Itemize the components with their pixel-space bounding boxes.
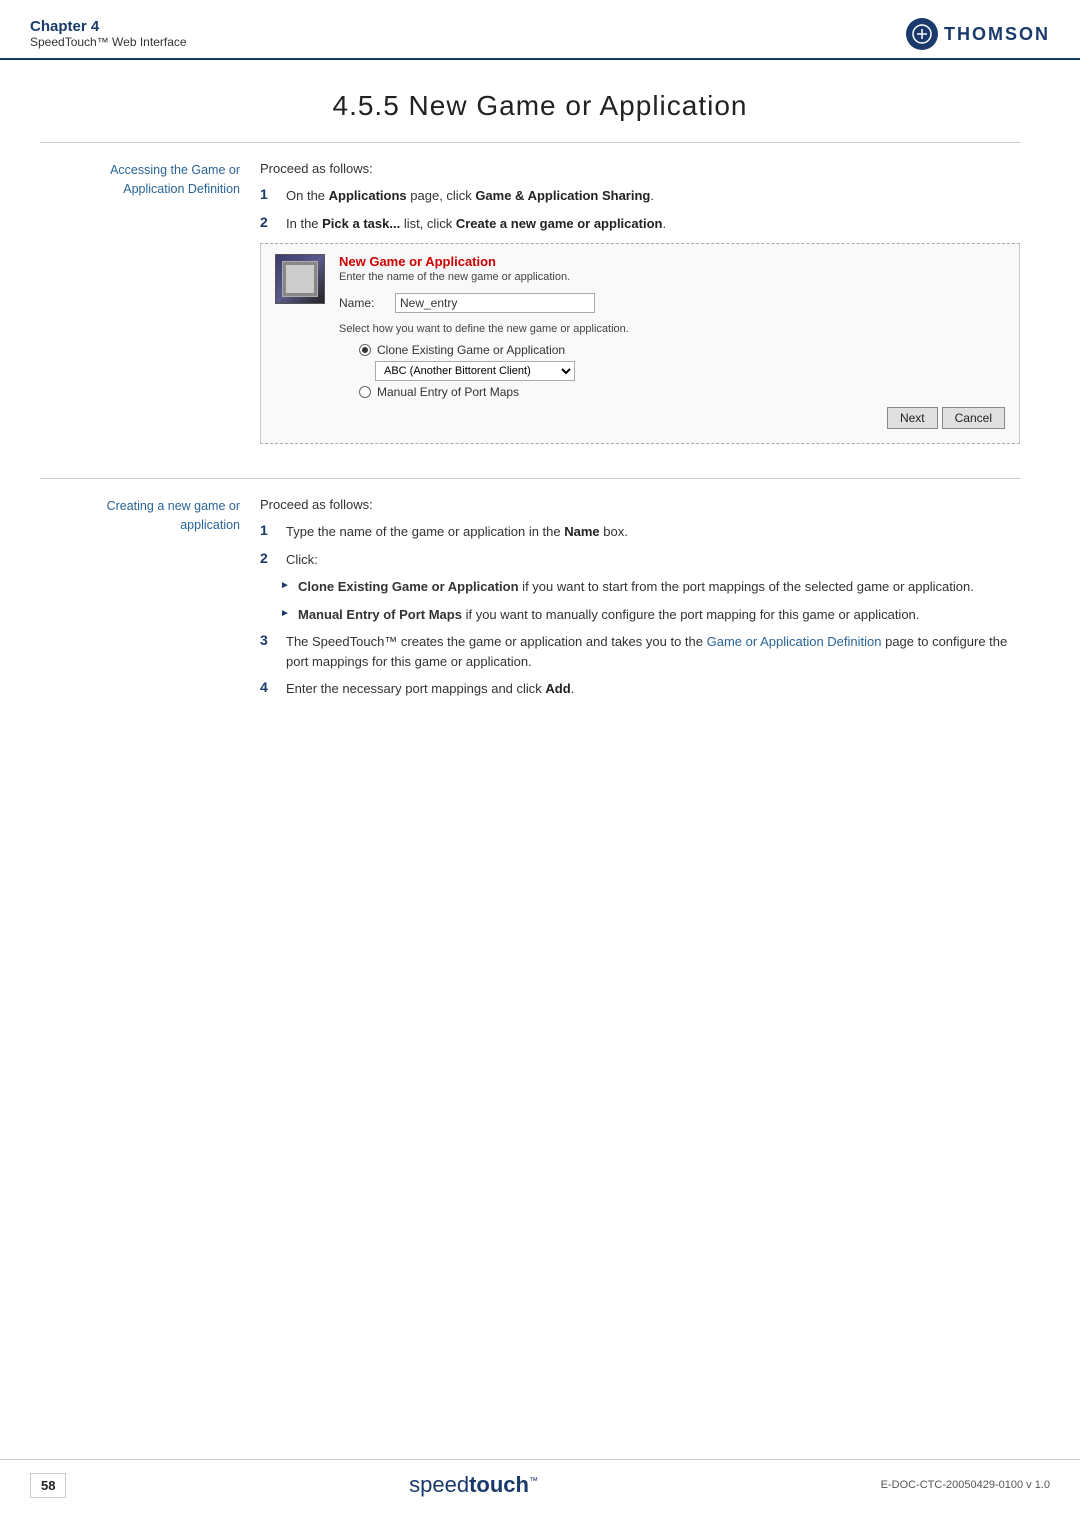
section1-label-line2: Application Definition (40, 180, 240, 199)
radio2-circle[interactable] (359, 386, 371, 398)
header-left: Chapter 4 SpeedTouch™ Web Interface (30, 18, 187, 49)
app-icon-image (275, 254, 325, 304)
section-creating: Creating a new game or application Proce… (40, 478, 1020, 707)
section1-proceed: Proceed as follows: (260, 161, 1020, 176)
logo-regular: speed (409, 1472, 469, 1497)
section1-steps: 1 On the Applications page, click Game &… (260, 186, 1020, 233)
step1-content: On the Applications page, click Game & A… (286, 186, 654, 206)
clone-select[interactable]: ABC (Another Bittorent Client) (375, 361, 575, 381)
section2-content: Proceed as follows: 1 Type the name of t… (260, 497, 1020, 707)
main-content: Accessing the Game or Application Defini… (0, 142, 1080, 707)
section1-label-line1: Accessing the Game or (40, 161, 240, 180)
page-footer: 58 speedtouch™ E-DOC-CTC-20050429-0100 v… (0, 1459, 1080, 1498)
radio1-circle[interactable] (359, 344, 371, 356)
s2-step2-num: 2 (260, 550, 278, 566)
page-header: Chapter 4 SpeedTouch™ Web Interface THOM… (0, 0, 1080, 60)
step2-content: In the Pick a task... list, click Create… (286, 214, 666, 234)
section2-proceed: Proceed as follows: (260, 497, 1020, 512)
logo-bold: touch (469, 1472, 529, 1497)
bullet2-content: Manual Entry of Port Maps if you want to… (298, 605, 919, 625)
select-desc: Select how you want to define the new ga… (339, 323, 1005, 335)
bullet2: ► Manual Entry of Port Maps if you want … (280, 605, 1020, 625)
cancel-button[interactable]: Cancel (942, 407, 1005, 429)
bullet2-arrow: ► (280, 608, 290, 619)
s2-step4-num: 4 (260, 679, 278, 695)
s2-step1: 1 Type the name of the game or applicati… (260, 522, 1020, 542)
thomson-logo-svg (912, 24, 932, 44)
chapter-subtitle: SpeedTouch™ Web Interface (30, 35, 187, 49)
step1-num: 1 (260, 186, 278, 202)
radio1-row: Clone Existing Game or Application (359, 343, 1005, 357)
select-row: ABC (Another Bittorent Client) (375, 361, 1005, 381)
s2-step1-content: Type the name of the game or application… (286, 522, 628, 542)
bullet1-content: Clone Existing Game or Application if yo… (298, 577, 974, 597)
radio2-row: Manual Entry of Port Maps (359, 385, 1005, 399)
chapter-title: Chapter 4 (30, 18, 187, 35)
s2-step4-content: Enter the necessary port mappings and cl… (286, 679, 574, 699)
radio1-label: Clone Existing Game or Application (377, 343, 565, 357)
page-number: 58 (30, 1473, 66, 1498)
thomson-logo-text: THOMSON (944, 24, 1050, 45)
screenshot-form: New Game or Application Enter the name o… (339, 254, 1005, 429)
page-title: 4.5.5 New Game or Application (0, 90, 1080, 122)
doc-number: E-DOC-CTC-20050429-0100 v 1.0 (881, 1479, 1050, 1491)
button-row: Next Cancel (339, 407, 1005, 429)
s2-step2: 2 Click: (260, 550, 1020, 570)
section-accessing: Accessing the Game or Application Defini… (40, 142, 1020, 458)
name-label: Name: (339, 296, 387, 310)
s2-step2-content: Click: (286, 550, 318, 570)
form-title: New Game or Application (339, 254, 1005, 269)
step2-num: 2 (260, 214, 278, 230)
radio2-label: Manual Entry of Port Maps (377, 385, 519, 399)
s2-step3-content: The SpeedTouch™ creates the game or appl… (286, 632, 1020, 671)
page-title-section: 4.5.5 New Game or Application (0, 60, 1080, 142)
thomson-logo: THOMSON (906, 18, 1050, 50)
speedtouch-logo: speedtouch™ (409, 1472, 538, 1497)
form-subtitle: Enter the name of the new game or applic… (339, 271, 1005, 283)
name-row: Name: (339, 293, 1005, 313)
header-right: THOMSON (906, 18, 1050, 50)
bullet1-arrow: ► (280, 580, 290, 591)
section2-label: Creating a new game or application (40, 497, 260, 707)
radio-group: Clone Existing Game or Application ABC (… (339, 343, 1005, 399)
section2-label-line2: application (40, 516, 240, 535)
next-button[interactable]: Next (887, 407, 938, 429)
section2-label-line1: Creating a new game or (40, 497, 240, 516)
game-app-def-link[interactable]: Game or Application Definition (707, 634, 882, 649)
s2-step3: 3 The SpeedTouch™ creates the game or ap… (260, 632, 1020, 671)
step-2: 2 In the Pick a task... list, click Crea… (260, 214, 1020, 234)
footer-logo: speedtouch™ (409, 1472, 538, 1498)
thomson-logo-icon (906, 18, 938, 50)
step-1: 1 On the Applications page, click Game &… (260, 186, 1020, 206)
screenshot-icon (275, 254, 327, 429)
section2-steps: 1 Type the name of the game or applicati… (260, 522, 1020, 569)
section1-label: Accessing the Game or Application Defini… (40, 161, 260, 458)
bullet-list: ► Clone Existing Game or Application if … (260, 577, 1020, 624)
section2-steps-cont: 3 The SpeedTouch™ creates the game or ap… (260, 632, 1020, 699)
bullet1: ► Clone Existing Game or Application if … (280, 577, 1020, 597)
screenshot-box: New Game or Application Enter the name o… (260, 243, 1020, 444)
s2-step3-num: 3 (260, 632, 278, 648)
section1-content: Proceed as follows: 1 On the Application… (260, 161, 1020, 458)
s2-step1-num: 1 (260, 522, 278, 538)
name-input[interactable] (395, 293, 595, 313)
s2-step4: 4 Enter the necessary port mappings and … (260, 679, 1020, 699)
app-icon-inner (282, 261, 318, 297)
logo-tm: ™ (529, 1476, 538, 1486)
